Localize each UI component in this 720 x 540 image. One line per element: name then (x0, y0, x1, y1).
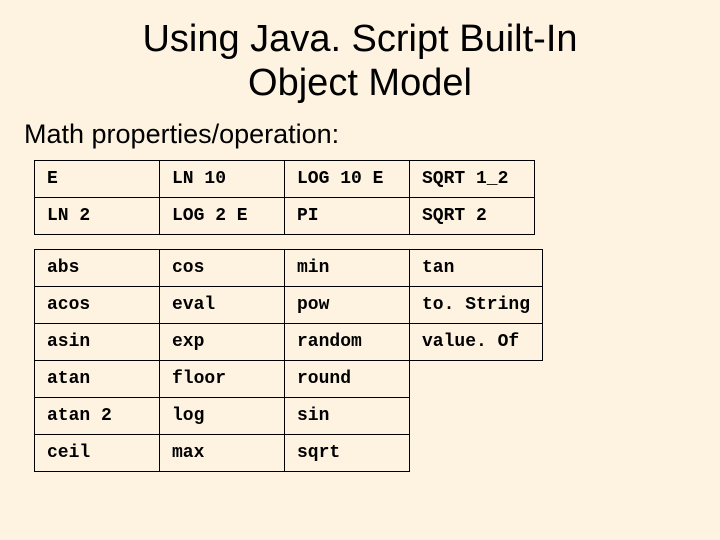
cell: atan (35, 361, 160, 398)
cell: atan 2 (35, 398, 160, 435)
cell: SQRT 2 (410, 198, 535, 235)
table-row: LN 2 LOG 2 E PI SQRT 2 (35, 198, 535, 235)
cell: value. Of (410, 324, 543, 361)
cell: pow (285, 287, 410, 324)
slide-title: Using Java. Script Built-In Object Model (20, 18, 700, 105)
table-row: atan 2 log sin (35, 398, 543, 435)
cell: floor (160, 361, 285, 398)
cell: to. String (410, 287, 543, 324)
cell: ceil (35, 435, 160, 472)
cell: LN 10 (160, 161, 285, 198)
cell: min (285, 250, 410, 287)
cell: exp (160, 324, 285, 361)
table-row: abs cos min tan (35, 250, 543, 287)
cell: tan (410, 250, 543, 287)
cell: E (35, 161, 160, 198)
methods-table: abs cos min tan acos eval pow to. String… (34, 249, 543, 472)
table-row: ceil max sqrt (35, 435, 543, 472)
table-row: acos eval pow to. String (35, 287, 543, 324)
table-row: atan floor round (35, 361, 543, 398)
empty-cell (410, 435, 543, 472)
cell: SQRT 1_2 (410, 161, 535, 198)
table-row: asin exp random value. Of (35, 324, 543, 361)
slide: Using Java. Script Built-In Object Model… (0, 0, 720, 540)
cell: acos (35, 287, 160, 324)
cell: LOG 10 E (285, 161, 410, 198)
cell: random (285, 324, 410, 361)
empty-cell (410, 361, 543, 398)
cell: log (160, 398, 285, 435)
cell: LOG 2 E (160, 198, 285, 235)
title-line-1: Using Java. Script Built-In (142, 18, 577, 60)
cell: sin (285, 398, 410, 435)
cell: eval (160, 287, 285, 324)
cell: asin (35, 324, 160, 361)
cell: sqrt (285, 435, 410, 472)
properties-table: E LN 10 LOG 10 E SQRT 1_2 LN 2 LOG 2 E P… (34, 160, 535, 235)
subheading: Math properties/operation: (24, 119, 700, 150)
cell: LN 2 (35, 198, 160, 235)
title-line-2: Object Model (248, 62, 472, 104)
cell: abs (35, 250, 160, 287)
cell: round (285, 361, 410, 398)
cell: cos (160, 250, 285, 287)
cell: PI (285, 198, 410, 235)
empty-cell (410, 398, 543, 435)
cell: max (160, 435, 285, 472)
table-row: E LN 10 LOG 10 E SQRT 1_2 (35, 161, 535, 198)
